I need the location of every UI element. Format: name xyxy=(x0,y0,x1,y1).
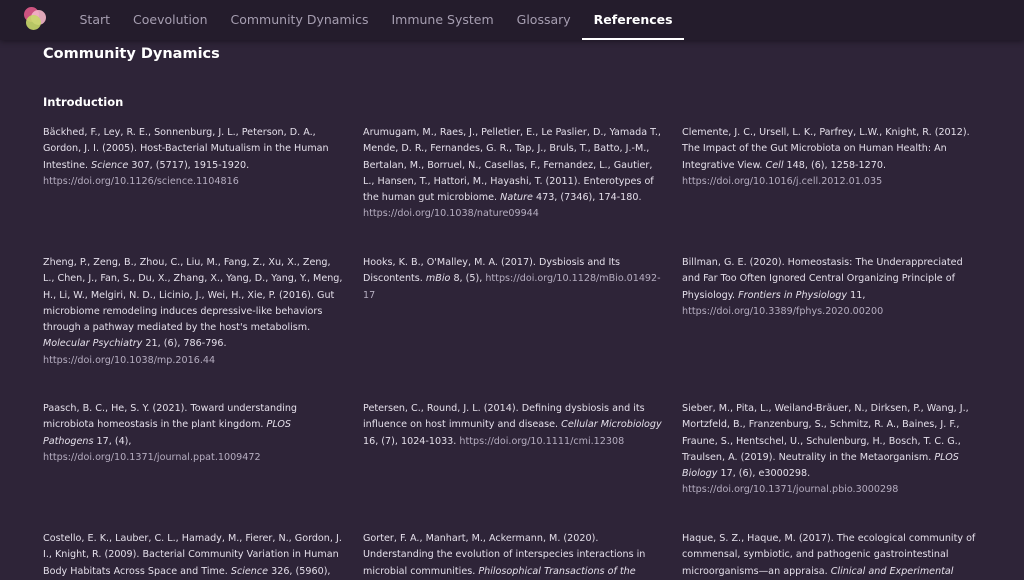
reference-doi-link[interactable]: https://doi.org/10.3389/fphys.2020.00200 xyxy=(682,306,883,317)
reference-details: 17, (4), xyxy=(96,435,132,447)
reference-doi-link[interactable]: https://doi.org/10.1111/cmi.12308 xyxy=(459,436,624,447)
reference-item: Bäckhed, F., Ley, R. E., Sonnenburg, J. … xyxy=(43,125,343,190)
reference-doi-link[interactable]: https://doi.org/10.1126/science.1104816 xyxy=(43,176,239,187)
nav-item-coevolution[interactable]: Coevolution xyxy=(122,0,219,40)
reference-doi-link[interactable]: https://doi.org/10.1038/nature09944 xyxy=(363,208,539,219)
reference-details: 21, (6), 786-796. xyxy=(145,338,227,350)
reference-item: Costello, E. K., Lauber, C. L., Hamady, … xyxy=(43,531,343,580)
reference-details: 16, (7), 1024-1033. xyxy=(363,435,457,447)
reference-details: 326, (5960), xyxy=(271,565,331,577)
reference-authors: Zheng, P., Zeng, B., Zhou, C., Liu, M., … xyxy=(43,257,343,334)
reference-journal: Clinical and Experimental xyxy=(830,565,954,577)
reference-doi-link[interactable]: https://doi.org/10.1016/j.cell.2012.01.0… xyxy=(682,176,882,187)
reference-item: Paasch, B. C., He, S. Y. (2021). Toward … xyxy=(43,401,343,466)
logo-icon[interactable] xyxy=(22,5,48,31)
reference-item: Haque, S. Z., Haque, M. (2017). The ecol… xyxy=(682,531,982,580)
top-navigation-bar: Start Coevolution Community Dynamics Imm… xyxy=(0,0,1024,40)
reference-details: 8, (5), xyxy=(453,273,483,285)
reference-doi-link[interactable]: https://doi.org/10.1371/journal.pbio.300… xyxy=(682,484,898,495)
reference-item: Petersen, C., Round, J. L. (2014). Defin… xyxy=(363,401,663,450)
reference-item: Billman, G. E. (2020). Homeostasis: The … xyxy=(682,255,982,320)
reference-item: Sieber, M., Pita, L., Weiland-Bräuer, N.… xyxy=(682,401,982,499)
reference-item: Hooks, K. B., O'Malley, M. A. (2017). Dy… xyxy=(363,255,663,304)
reference-details: 307, (5717), 1915-1920. xyxy=(131,159,250,171)
reference-item: Arumugam, M., Raes, J., Pelletier, E., L… xyxy=(363,125,663,223)
reference-journal: Science xyxy=(91,159,129,171)
reference-doi-link[interactable]: https://doi.org/10.1038/mp.2016.44 xyxy=(43,355,215,366)
reference-item: Zheng, P., Zeng, B., Zhou, C., Liu, M., … xyxy=(43,255,343,369)
main-nav: Start Coevolution Community Dynamics Imm… xyxy=(68,0,684,40)
reference-journal: Nature xyxy=(500,192,533,204)
nav-item-references[interactable]: References xyxy=(582,0,684,40)
nav-item-community-dynamics[interactable]: Community Dynamics xyxy=(219,0,380,40)
reference-item: Gorter, F. A., Manhart, M., Ackermann, M… xyxy=(363,531,663,580)
reference-authors: Paasch, B. C., He, S. Y. (2021). Toward … xyxy=(43,403,297,431)
reference-details: 473, (7346), 174-180. xyxy=(535,192,642,204)
reference-journal: Cellular Microbiology xyxy=(561,419,662,431)
reference-journal: Molecular Psychiatry xyxy=(43,338,143,350)
reference-journal: Frontiers in Physiology xyxy=(738,289,848,301)
nav-item-immune-system[interactable]: Immune System xyxy=(380,0,505,40)
reference-details: 11, xyxy=(850,289,866,301)
reference-journal: mBio xyxy=(425,273,451,285)
logo-circle-yellow xyxy=(26,15,41,30)
reference-details: 148, (6), 1258-1270. xyxy=(786,159,886,171)
reference-details: 17, (6), e3000298. xyxy=(720,468,811,480)
reference-item: Clemente, J. C., Ursell, L. K., Parfrey,… xyxy=(682,125,982,190)
page-title: Community Dynamics xyxy=(43,46,220,62)
reference-journal: Philosophical Transactions of the xyxy=(478,565,636,577)
reference-journal: Cell xyxy=(765,159,784,171)
section-title: Introduction xyxy=(43,95,124,109)
reference-authors: Sieber, M., Pita, L., Weiland-Bräuer, N.… xyxy=(682,403,969,463)
nav-item-start[interactable]: Start xyxy=(68,0,122,40)
reference-doi-link[interactable]: https://doi.org/10.1371/journal.ppat.100… xyxy=(43,452,261,463)
reference-journal: Science xyxy=(230,565,269,577)
nav-item-glossary[interactable]: Glossary xyxy=(505,0,582,40)
